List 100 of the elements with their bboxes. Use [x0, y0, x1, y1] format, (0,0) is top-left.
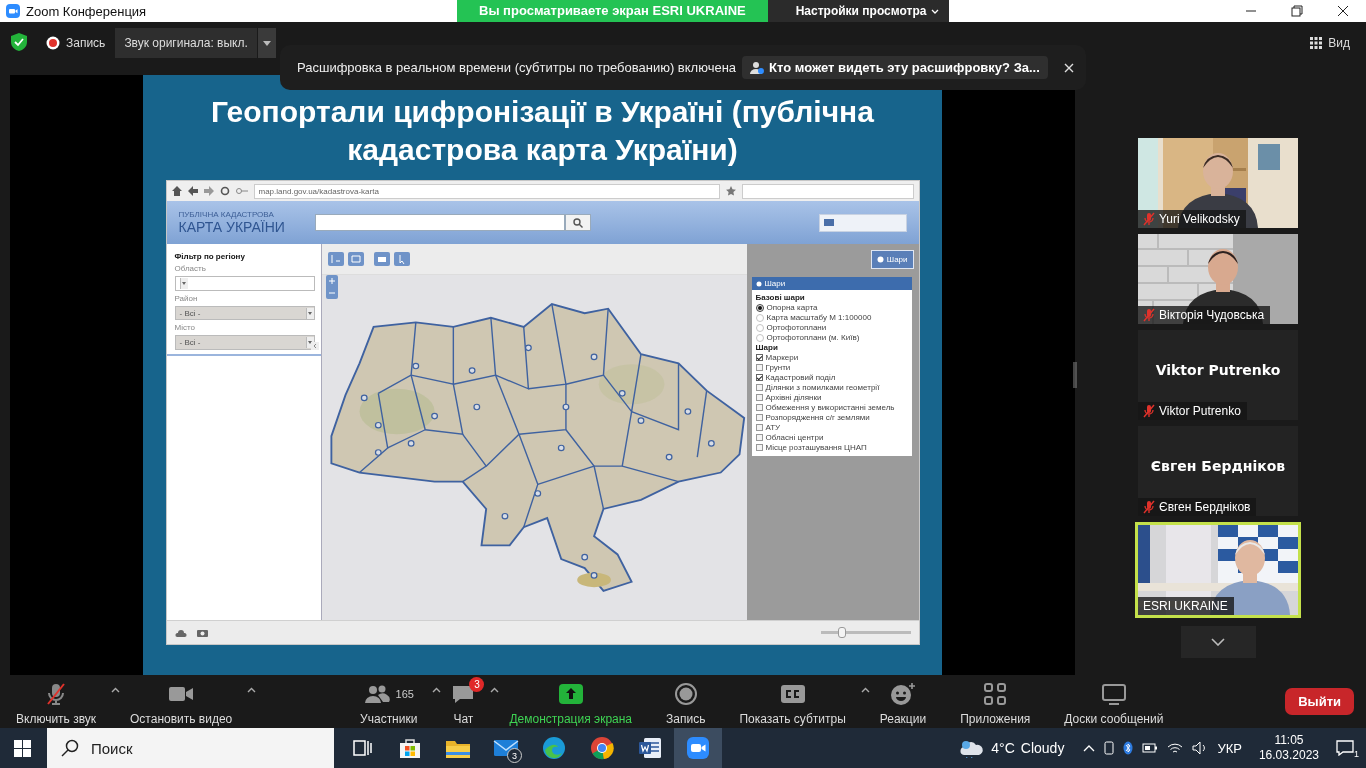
record-icon — [673, 682, 698, 706]
caption-notice-text: Расшифровка в реальном времени (субтитры по требованию) включена — [297, 60, 737, 75]
checkbox[interactable] — [755, 444, 763, 451]
checkbox[interactable] — [755, 424, 763, 431]
cloud-rain-icon[interactable] — [959, 738, 986, 758]
browser-ball-icon[interactable] — [590, 736, 614, 760]
captions-button[interactable]: Показать субтитры — [733, 675, 852, 728]
stop-video-button[interactable]: Остановить видео — [124, 675, 239, 728]
search-field[interactable]: Поиск — [47, 728, 334, 768]
caption-visibility-link[interactable]: Кто может видеть эту расшифровку? За... — [742, 56, 1048, 79]
caret-icon[interactable] — [860, 687, 870, 693]
view-button[interactable]: Вид — [1304, 32, 1356, 54]
name-label: Євген Бердніков — [1138, 498, 1257, 516]
checkbox[interactable] — [755, 394, 763, 401]
envelope-icon[interactable] — [493, 737, 519, 759]
participant-tile[interactable]: Viktor Putrenko Viktor Putrenko — [1138, 330, 1298, 420]
dropdown-arrow-icon — [182, 281, 186, 285]
participant-display-name: Viktor Putrenko — [1154, 362, 1282, 378]
language-indicator[interactable]: УКР — [1217, 740, 1242, 756]
name-label: Вікторія Чудовська — [1138, 306, 1271, 324]
chat-button[interactable]: 3 Чат — [445, 675, 482, 728]
wifi-icon[interactable] — [1167, 742, 1184, 754]
clock[interactable]: 11:05 16.03.2023 — [1258, 733, 1319, 763]
pointer-icon[interactable] — [393, 252, 410, 266]
measure-tool-icon[interactable] — [327, 252, 344, 266]
document-icon[interactable] — [638, 736, 662, 760]
task-view-icon[interactable] — [351, 737, 373, 759]
shopping-bag-icon[interactable] — [397, 736, 423, 760]
reactions-button[interactable]: Реакции — [873, 675, 933, 728]
notification-icon[interactable] — [1336, 740, 1354, 756]
layers-button[interactable]: Шари — [870, 250, 914, 269]
battery-icon[interactable] — [1142, 743, 1159, 753]
layer-label: Ділянки з помилками геометрії — [765, 383, 880, 392]
search-field[interactable] — [741, 183, 914, 199]
area-tool-icon[interactable] — [347, 252, 364, 266]
caret-icon[interactable] — [490, 687, 500, 693]
checkbox[interactable] — [755, 364, 763, 371]
section-heading: Шари — [755, 343, 779, 352]
taskbar-app-button[interactable] — [674, 728, 722, 768]
muted-microphone-icon — [44, 682, 68, 706]
layer-label: Опорна карта — [766, 303, 818, 312]
search-icon[interactable] — [572, 217, 583, 228]
drag-handle-icon[interactable] — [1073, 362, 1077, 388]
recording-button[interactable]: Запись — [46, 32, 106, 54]
cloud-icon[interactable] — [174, 628, 187, 637]
layer-label: Розпорядження с/г землями — [765, 413, 870, 422]
slider-thumb[interactable] — [838, 627, 847, 638]
feedback-button[interactable] — [818, 213, 907, 232]
printer-icon[interactable] — [373, 252, 390, 266]
participant-tile[interactable]: Yuri Velikodsky — [1138, 138, 1298, 228]
checkbox[interactable] — [755, 404, 763, 411]
restore-icon[interactable] — [1291, 5, 1303, 17]
record-button[interactable]: Запись — [660, 675, 712, 728]
checkbox[interactable] — [755, 374, 763, 381]
participant-tile[interactable]: Євген Бердніков Євген Бердніков — [1138, 426, 1298, 516]
share-banner: Вы просматриваете экран ESRI UKRAINE — [457, 0, 768, 22]
dropdown-caret-icon[interactable] — [262, 40, 271, 46]
forward-arrow-icon — [203, 186, 214, 196]
camera-icon[interactable] — [196, 628, 208, 637]
participants-button[interactable]: 165 Участники — [354, 675, 424, 728]
shield-icon — [10, 32, 28, 52]
chevron-down-icon — [1211, 638, 1225, 646]
unmute-button[interactable]: Включить звук — [10, 675, 103, 728]
share-screen-button[interactable]: Демонстрация экрана — [503, 675, 639, 728]
app-badge: 3 — [507, 748, 522, 763]
windows-start-icon[interactable] — [14, 739, 31, 757]
chevron-up-icon[interactable] — [1083, 744, 1096, 752]
taskbar-app-button[interactable]: 3 — [482, 728, 530, 768]
layer-label: АТУ — [765, 423, 781, 432]
gear-icon — [876, 256, 884, 263]
radio-button[interactable] — [755, 303, 764, 312]
participant-tile[interactable]: ESRI UKRAINE — [1135, 522, 1301, 618]
search-icon — [61, 739, 79, 757]
participant-tile[interactable]: Вікторія Чудовська — [1138, 234, 1298, 324]
phone-icon[interactable] — [1104, 741, 1115, 755]
caret-icon[interactable] — [111, 687, 121, 693]
swirl-icon[interactable] — [542, 736, 566, 760]
caret-icon[interactable] — [432, 687, 442, 693]
portal-logo-title: КАРТА УКРАЇНИ — [178, 219, 285, 235]
whiteboards-button[interactable]: Доски сообщений — [1058, 675, 1170, 728]
layers-panel-title: Шари — [764, 279, 786, 288]
close-icon[interactable] — [1337, 5, 1349, 17]
participant-display-name: Євген Бердніков — [1149, 458, 1287, 474]
reload-icon — [219, 186, 230, 196]
checkbox[interactable] — [755, 384, 763, 391]
unread-badge: 3 — [469, 677, 485, 692]
video-camera-app-icon[interactable] — [686, 736, 710, 760]
collapse-icon[interactable] — [310, 342, 319, 350]
portal-search-field[interactable] — [314, 214, 565, 231]
checkbox[interactable] — [755, 354, 763, 361]
audio-status-button[interactable]: Звук оригинала: выкл. — [115, 28, 257, 58]
apps-button[interactable]: Приложения — [954, 675, 1037, 728]
checkbox[interactable] — [755, 414, 763, 421]
checkbox[interactable] — [755, 434, 763, 441]
field-label: Район — [174, 293, 199, 303]
caret-icon[interactable] — [247, 687, 257, 693]
layer-label: Місце розташування ЦНАП — [765, 443, 867, 452]
bluetooth-icon[interactable] — [1123, 741, 1134, 755]
leave-button[interactable]: Выйти — [1285, 688, 1354, 715]
view-settings-button[interactable]: Настройки просмотра — [767, 0, 950, 22]
